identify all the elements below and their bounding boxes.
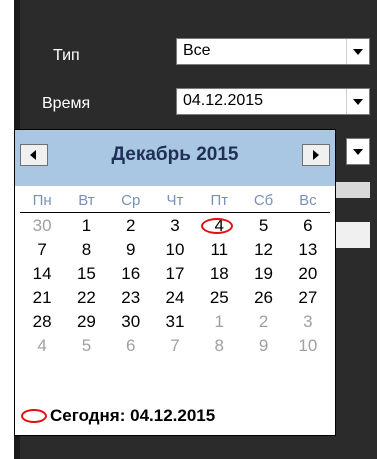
weekday-label: Пн <box>32 192 52 209</box>
hidden-select[interactable] <box>346 138 370 165</box>
background-field <box>336 222 370 248</box>
type-dropdown-button[interactable] <box>346 39 369 64</box>
calendar-header: Декабрь 2015 <box>15 130 335 186</box>
weekday-label: Пт <box>210 192 229 209</box>
type-select-value: Все <box>183 42 211 59</box>
day-cell[interactable]: 8 <box>197 334 241 358</box>
day-cell[interactable]: 11 <box>197 238 241 262</box>
weekday-row: Пн Вт Ср Чт Пт Сб Вс <box>20 192 330 210</box>
background-strip <box>336 182 370 198</box>
day-cell[interactable]: 23 <box>109 286 153 310</box>
weekday-label: Сб <box>253 192 274 209</box>
calendar-popup: Декабрь 2015 Пн Вт Ср Чт Пт Сб Вс 30 1 2… <box>14 129 336 436</box>
day-cell[interactable]: 12 <box>241 238 285 262</box>
weekday-label: Вт <box>78 192 95 209</box>
day-cell[interactable]: 22 <box>64 286 108 310</box>
day-cell[interactable]: 3 <box>153 214 197 238</box>
day-cell[interactable]: 9 <box>241 334 285 358</box>
day-cell[interactable]: 14 <box>20 262 64 286</box>
day-cell[interactable]: 7 <box>20 238 64 262</box>
day-cell[interactable]: 5 <box>64 334 108 358</box>
day-cell[interactable]: 2 <box>241 310 285 334</box>
day-cell[interactable]: 20 <box>286 262 330 286</box>
day-cell-selected[interactable]: 4 <box>197 214 241 238</box>
day-cell[interactable]: 10 <box>153 238 197 262</box>
time-label: Время <box>42 95 91 112</box>
weekday-separator <box>20 212 330 213</box>
day-cell[interactable]: 6 <box>109 334 153 358</box>
weekday-label: Вс <box>299 192 317 209</box>
day-cell[interactable]: 6 <box>286 214 330 238</box>
day-cell[interactable]: 18 <box>197 262 241 286</box>
day-cell[interactable]: 1 <box>197 310 241 334</box>
day-cell[interactable]: 17 <box>153 262 197 286</box>
day-cell[interactable]: 5 <box>241 214 285 238</box>
day-cell[interactable]: 19 <box>241 262 285 286</box>
weekday-label: Чт <box>166 192 184 209</box>
day-cell[interactable]: 13 <box>286 238 330 262</box>
type-select[interactable]: Все <box>176 38 370 65</box>
today-link[interactable]: Сегодня: 04.12.2015 <box>21 406 215 426</box>
day-cell[interactable]: 7 <box>153 334 197 358</box>
day-cell[interactable]: 4 <box>20 334 64 358</box>
day-cell[interactable]: 3 <box>286 310 330 334</box>
day-cell[interactable]: 1 <box>64 214 108 238</box>
weekday-label: Ср <box>121 192 141 209</box>
hidden-dropdown-button[interactable] <box>347 139 369 164</box>
day-cell[interactable]: 27 <box>286 286 330 310</box>
day-cell[interactable]: 28 <box>20 310 64 334</box>
day-cell[interactable]: 31 <box>153 310 197 334</box>
day-cell[interactable]: 30 <box>109 310 153 334</box>
day-cell[interactable]: 15 <box>64 262 108 286</box>
days-grid: 30 1 2 3 4 5 6 7 8 9 10 11 12 13 14 15 1… <box>20 214 330 358</box>
next-month-button[interactable] <box>302 144 330 166</box>
time-datepicker-value: 04.12.2015 <box>183 92 264 109</box>
month-title: Декабрь 2015 <box>111 144 239 165</box>
day-cell[interactable]: 16 <box>109 262 153 286</box>
type-label: Тип <box>53 47 80 64</box>
time-datepicker[interactable]: 04.12.2015 <box>176 88 370 115</box>
calendar-grid: Пн Вт Ср Чт Пт Сб Вс 30 1 2 3 4 5 6 7 8 … <box>20 192 330 358</box>
day-cell[interactable]: 8 <box>64 238 108 262</box>
day-cell[interactable]: 9 <box>109 238 153 262</box>
day-cell[interactable]: 29 <box>64 310 108 334</box>
day-cell[interactable]: 26 <box>241 286 285 310</box>
today-text: Сегодня: 04.12.2015 <box>50 406 216 425</box>
day-cell[interactable]: 25 <box>197 286 241 310</box>
today-circle-icon <box>21 409 47 423</box>
day-cell[interactable]: 10 <box>286 334 330 358</box>
day-cell[interactable]: 30 <box>20 214 64 238</box>
left-edge <box>0 0 14 459</box>
day-cell[interactable]: 21 <box>20 286 64 310</box>
time-dropdown-button[interactable] <box>346 89 369 114</box>
day-cell[interactable]: 24 <box>153 286 197 310</box>
day-cell[interactable]: 2 <box>109 214 153 238</box>
